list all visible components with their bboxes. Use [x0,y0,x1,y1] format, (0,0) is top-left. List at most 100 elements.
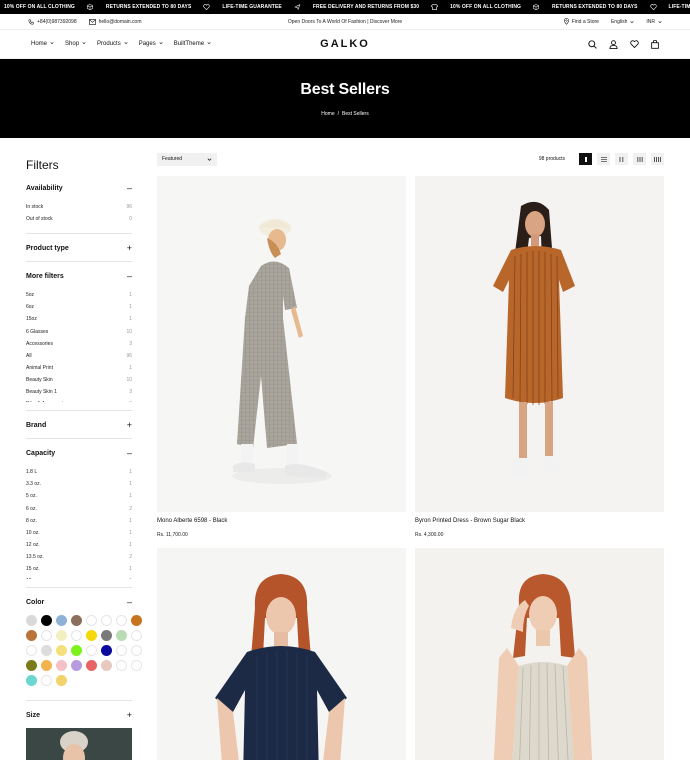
filter-option[interactable]: 6oz 1 [26,301,132,313]
phone-link[interactable]: +84(0)987392098 [28,19,77,25]
product-card[interactable]: Mono Alberte 6598 - Black Rs. 11,700.00 [157,176,406,538]
color-swatch[interactable] [101,660,112,672]
cart-bag-icon[interactable] [651,39,659,49]
color-swatch[interactable] [41,660,52,672]
color-swatch[interactable] [71,630,82,642]
color-swatch[interactable] [26,675,37,687]
filter-option[interactable]: 3.3 oz. 1 [26,478,132,490]
color-swatch[interactable] [71,615,82,627]
color-swatch[interactable] [131,630,142,642]
filter-capacity-header[interactable]: Capacity – [26,449,132,458]
color-swatch[interactable] [101,645,112,657]
product-card[interactable] [415,548,664,760]
wishlist-heart-icon[interactable] [630,40,639,48]
color-swatch[interactable] [41,630,52,642]
filter-more-filters-header[interactable]: More filters – [26,272,132,281]
currency-select[interactable]: INR [646,19,662,25]
filter-option[interactable]: 12 oz. 1 [26,539,132,551]
product-name[interactable]: Byron Printed Dress - Brown Sugar Black [415,518,664,524]
product-name[interactable]: Mono Alberte 6598 - Black [157,518,406,524]
color-swatch[interactable] [71,660,82,672]
product-image[interactable] [157,548,406,760]
color-swatch[interactable] [41,675,52,687]
nav-link-shop[interactable]: Shop [65,41,86,47]
filter-option[interactable]: 1.8 L 1 [26,466,132,478]
color-swatch[interactable] [26,645,37,657]
color-swatch[interactable] [86,615,97,627]
product-image[interactable] [157,176,406,512]
color-swatch[interactable] [56,660,67,672]
nav-link-products[interactable]: Products [97,41,128,47]
color-swatch[interactable] [26,615,37,627]
color-swatch[interactable] [56,675,67,687]
filter-option[interactable]: 10 oz. 1 [26,527,132,539]
filter-option[interactable]: 16 oz. 1 [26,575,132,579]
promo-link[interactable]: Open Doors To A World Of Fashion | Disco… [288,19,402,25]
filter-option[interactable]: 5 oz. 1 [26,490,132,502]
color-swatch[interactable] [131,660,142,672]
color-swatch[interactable] [56,630,67,642]
filter-color-header[interactable]: Color – [26,598,132,607]
view-grid-1-button[interactable] [579,153,592,165]
filter-option[interactable]: 15oz 1 [26,313,132,325]
promo-banner-image[interactable] [26,728,132,760]
logo[interactable]: GALKO [320,38,370,50]
filter-option[interactable]: Animal Print 1 [26,362,132,374]
color-swatch[interactable] [56,615,67,627]
color-swatch[interactable] [116,615,127,627]
filter-option[interactable]: Out of stock 0 [26,213,132,225]
filter-option[interactable]: 6 Glasses 10 [26,325,132,337]
color-swatch[interactable] [86,660,97,672]
filter-option[interactable]: 5oz 1 [26,289,132,301]
more-filters-scroll-list[interactable]: 5oz 1 6oz 1 15oz 1 6 Glasses 10 Accessories 3 All 9… [26,289,132,402]
view-list-button[interactable] [597,153,610,165]
color-swatch[interactable] [131,615,142,627]
breadcrumb-home[interactable]: Home [321,111,334,117]
capacity-scroll-list[interactable]: 1.8 L 1 3.3 oz. 1 5 oz. 1 6 oz. 2 8 oz. 1 10 oz. 1 1… [26,466,132,579]
filter-option[interactable]: Bike & Accessories 3 [26,398,132,402]
language-select[interactable]: English [611,19,634,25]
filter-size-header[interactable]: Size + [26,711,132,720]
search-icon[interactable] [588,39,597,49]
user-icon[interactable] [609,39,618,49]
filter-availability-header[interactable]: Availability – [26,184,132,193]
nav-link-home[interactable]: Home [31,41,54,47]
nav-link-pages[interactable]: Pages [139,41,163,47]
color-swatch[interactable] [86,630,97,642]
color-swatch[interactable] [131,645,142,657]
color-swatch[interactable] [26,630,37,642]
color-swatch[interactable] [116,660,127,672]
product-image[interactable] [415,176,664,512]
view-grid-4-button[interactable] [651,153,664,165]
color-swatch[interactable] [101,630,112,642]
color-swatch[interactable] [101,615,112,627]
product-image[interactable] [415,548,664,760]
product-card[interactable] [157,548,406,760]
color-swatch[interactable] [56,645,67,657]
find-store-link[interactable]: Find a Store [563,18,599,25]
email-link[interactable]: hello@domain.com [88,19,142,25]
filter-option[interactable]: Beauty Skin 10 [26,374,132,386]
color-swatch[interactable] [116,630,127,642]
filter-option[interactable]: 6 oz. 2 [26,502,132,514]
nav-link-builttheme[interactable]: BuiltTheme [174,41,211,47]
color-swatch[interactable] [86,645,97,657]
product-card[interactable]: Byron Printed Dress - Brown Sugar Black … [415,176,664,538]
color-swatch[interactable] [71,645,82,657]
sort-select[interactable]: Featured [157,152,217,166]
color-swatch[interactable] [116,645,127,657]
filter-option[interactable]: In stock 96 [26,201,132,213]
color-swatch[interactable] [41,645,52,657]
filter-option[interactable]: Accessories 3 [26,338,132,350]
filter-option[interactable]: Beauty Skin 1 3 [26,386,132,398]
filter-option[interactable]: All 96 [26,350,132,362]
filter-option[interactable]: 15 oz. 1 [26,563,132,575]
filter-option[interactable]: 8 oz. 1 [26,515,132,527]
filter-product-type-header[interactable]: Product type + [26,244,132,253]
color-swatch[interactable] [26,660,37,672]
color-swatch[interactable] [41,615,52,627]
filter-option[interactable]: 13.5 oz. 2 [26,551,132,563]
filter-brand-header[interactable]: Brand + [26,421,132,430]
view-grid-3-button[interactable] [633,153,646,165]
view-grid-2-button[interactable] [615,153,628,165]
